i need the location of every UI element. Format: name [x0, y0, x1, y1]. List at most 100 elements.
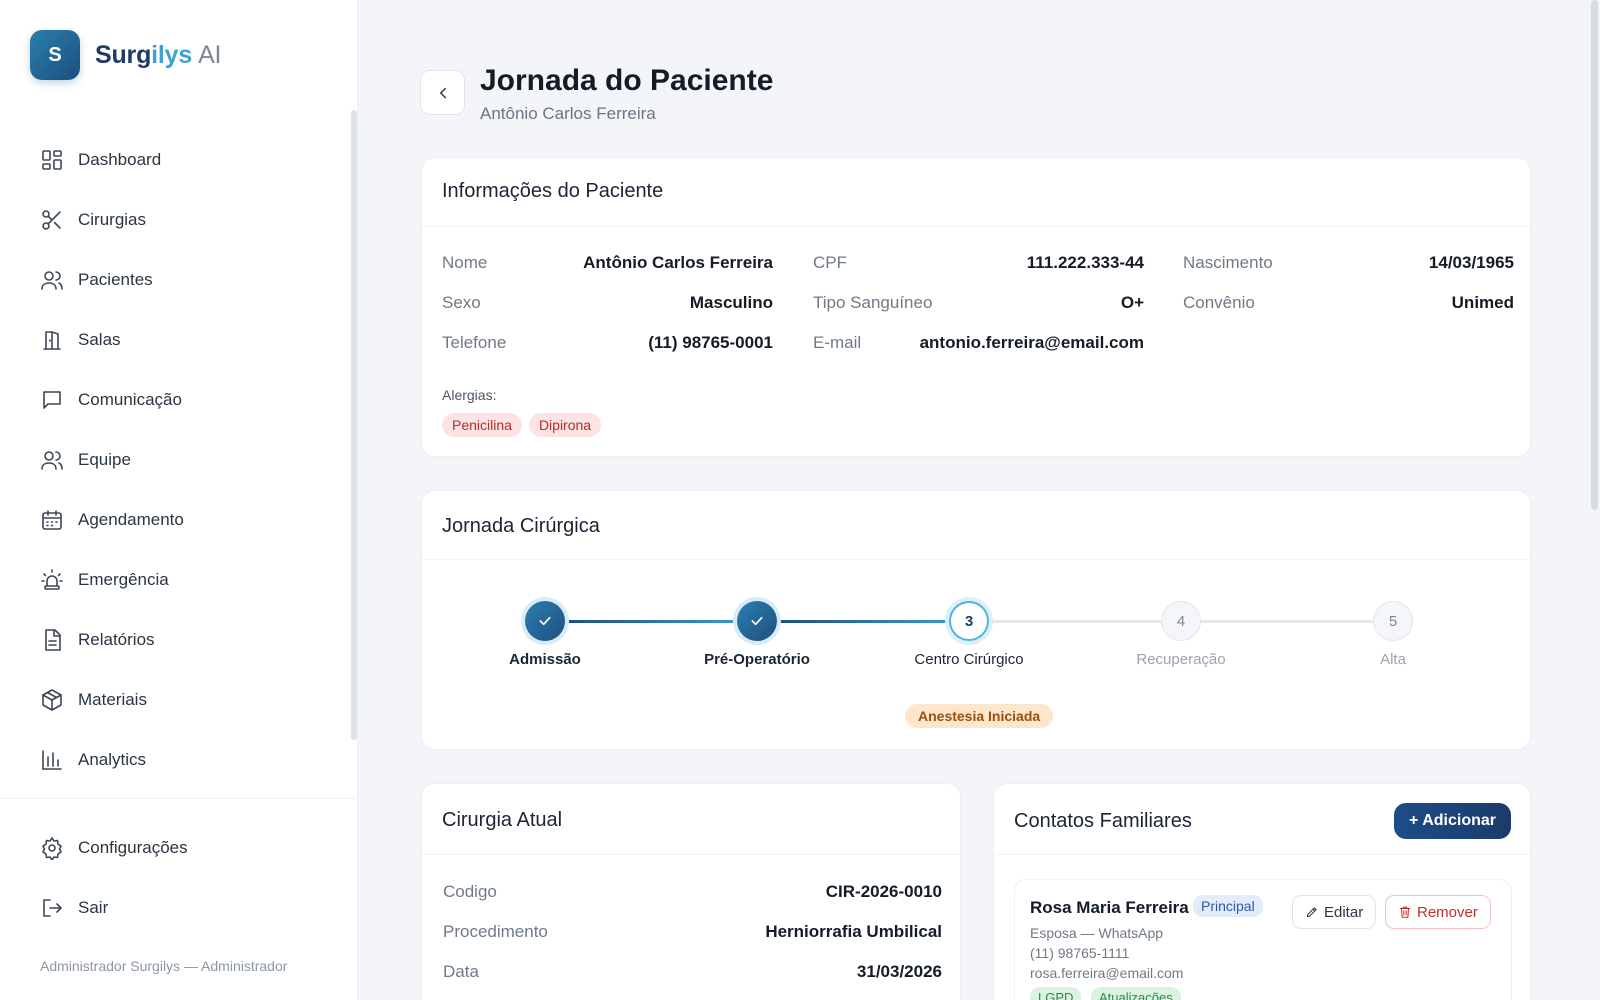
edit-contact-button[interactable]: Editar — [1292, 895, 1377, 929]
gear-icon — [42, 837, 62, 860]
sidebar-item-materiais[interactable]: Materiais — [30, 670, 330, 730]
sidebar-item-label: Materiais — [78, 690, 147, 709]
sidebar-item-label: Relatórios — [78, 630, 155, 649]
field-label: Sexo — [442, 293, 481, 312]
field-value: 14/03/1965 — [1428, 253, 1514, 272]
sidebar-item-equipe[interactable]: Equipe — [30, 430, 330, 490]
app-name-part1: Surg — [95, 40, 152, 69]
card-title: Contatos Familiares — [1014, 810, 1192, 832]
contact-item: Rosa Maria Ferreira Principal Esposa — W… — [1014, 879, 1512, 1000]
info-field-sexo: Sexo Masculino — [442, 293, 773, 313]
status-badge: Anestesia Iniciada — [905, 704, 1054, 728]
allergies-label: Alergias: — [442, 387, 497, 403]
allergy-chip: Penicilina — [442, 413, 522, 437]
sidebar-item-agendamento[interactable]: Agendamento — [30, 490, 330, 550]
step-circle-3[interactable]: 3 — [949, 601, 989, 641]
field-label: Tipo Sanguíneo — [813, 293, 933, 312]
sidebar-item-label: Salas — [78, 330, 121, 349]
page-subtitle: Antônio Carlos Ferreira — [480, 104, 656, 123]
scissors-icon — [42, 210, 61, 230]
info-field-email: E-mail antonio.ferreira@email.com — [813, 333, 1144, 353]
primary-badge: Principal — [1193, 895, 1263, 917]
info-field-cpf: CPF 111.222.333-44 — [813, 253, 1144, 273]
app-logo[interactable]: S Surgilys AI — [30, 30, 221, 80]
step-label: Recuperação — [1136, 651, 1226, 668]
sidebar-item-salas[interactable]: Salas — [30, 310, 330, 370]
contact-phone: (11) 98765-1111 — [1030, 945, 1130, 961]
info-field-tipo-sanguineo: Tipo Sanguíneo O+ — [813, 293, 1144, 313]
surgery-field-procedimento: Procedimento Herniorrafia Umbilical — [443, 922, 942, 942]
allergy-chip: Dipirona — [528, 413, 602, 437]
sidebar-item-label: Configurações — [78, 838, 188, 857]
remove-contact-button[interactable]: Remover — [1385, 895, 1491, 929]
check-icon — [751, 616, 763, 626]
bar-chart-icon — [42, 750, 62, 770]
card-divider — [994, 854, 1530, 855]
info-field-convenio: Convênio Unimed — [1183, 293, 1514, 313]
step-circle-5[interactable]: 5 — [1373, 601, 1413, 641]
field-label: Data — [443, 962, 479, 981]
card-title: Cirurgia Atual — [442, 809, 563, 831]
add-contact-button[interactable]: + Adicionar — [1394, 803, 1511, 839]
users-icon — [41, 271, 63, 290]
field-value: CIR-2026-0010 — [825, 882, 942, 901]
sidebar-item-comunicacao[interactable]: Comunicação — [30, 370, 330, 430]
page-title: Jornada do Paciente — [480, 64, 774, 97]
field-label: Nascimento — [1183, 253, 1273, 272]
sidebar-item-label: Emergência — [78, 570, 169, 589]
app-name-part3: AI — [198, 40, 222, 69]
sidebar-item-label: Cirurgias — [78, 210, 147, 229]
back-button[interactable] — [420, 70, 465, 115]
sidebar-item-analytics[interactable]: Analytics — [30, 730, 330, 790]
step-connector — [1201, 620, 1373, 623]
step-connector — [989, 620, 1161, 623]
sidebar-scrollbar[interactable] — [351, 110, 357, 740]
contact-name: Rosa Maria Ferreira — [1030, 898, 1189, 917]
sidebar-item-label: Analytics — [78, 750, 147, 769]
sidebar-nav: Dashboard Cirurgias Pacientes Salas Comu… — [30, 130, 330, 790]
sidebar-item-relatorios[interactable]: Relatórios — [30, 610, 330, 670]
sidebar-item-label: Comunicação — [78, 390, 182, 409]
info-field-nome: Nome Antônio Carlos Ferreira — [442, 253, 773, 273]
step-circle-2[interactable] — [737, 601, 777, 641]
field-value: Masculino — [689, 293, 773, 312]
consent-tag: LGPD — [1030, 987, 1082, 1000]
box-icon — [42, 689, 62, 711]
sidebar-footer-user: Administrador Surgilys — Administrador — [40, 958, 288, 974]
step-circle-4[interactable]: 4 — [1161, 601, 1201, 641]
surgery-field-codigo: Codigo CIR-2026-0010 — [443, 882, 942, 902]
trash-icon — [1399, 906, 1411, 918]
consent-tag: Atualizações — [1091, 987, 1181, 1000]
field-value: 111.222.333-44 — [1026, 253, 1144, 272]
step-connector — [565, 620, 737, 623]
sidebar-item-dashboard[interactable]: Dashboard — [30, 130, 330, 190]
info-row: Telefone (11) 98765-0001 E-mail antonio.fe… — [442, 333, 1512, 357]
field-label: Codigo — [443, 882, 497, 901]
info-row: Nome Antônio Carlos Ferreira CPF 111.222.3… — [442, 253, 1514, 277]
field-label: Convênio — [1183, 293, 1255, 312]
sidebar-item-cirurgias[interactable]: Cirurgias — [30, 190, 330, 250]
check-icon — [539, 616, 551, 626]
logo-badge: S — [30, 30, 80, 80]
team-icon — [41, 451, 63, 470]
sidebar-item-label: Sair — [78, 898, 109, 917]
field-value: Antônio Carlos Ferreira — [583, 253, 773, 272]
sidebar-item-sair[interactable]: Sair — [30, 878, 330, 938]
sidebar: S Surgilys AI Dashboard Cirurgias Pacient… — [0, 0, 358, 1000]
chevron-left-icon — [439, 87, 446, 98]
info-field-telefone: Telefone (11) 98765-0001 — [442, 333, 773, 353]
sidebar-divider — [0, 798, 358, 799]
field-label: Telefone — [442, 333, 507, 352]
sidebar-item-configuracoes[interactable]: Configurações — [30, 818, 330, 878]
step-circle-1[interactable] — [525, 601, 565, 641]
current-surgery-card: Cirurgia Atual Codigo CIR-2026-0010 Proce… — [421, 783, 961, 1000]
step-label: Centro Cirúrgico — [914, 651, 1024, 668]
allergy-chips: Penicilina Dipirona — [442, 413, 602, 437]
main-scrollbar[interactable] — [1591, 0, 1598, 510]
step-label: Admissão — [509, 651, 581, 668]
sidebar-item-emergencia[interactable]: Emergência — [30, 550, 330, 610]
chat-icon — [43, 391, 61, 409]
patient-info-card: Informações do Paciente Nome Antônio Carl… — [421, 157, 1531, 457]
info-row: Sexo Masculino Tipo Sanguíneo O+ Convênio U… — [442, 293, 1514, 317]
sidebar-item-pacientes[interactable]: Pacientes — [30, 250, 330, 310]
